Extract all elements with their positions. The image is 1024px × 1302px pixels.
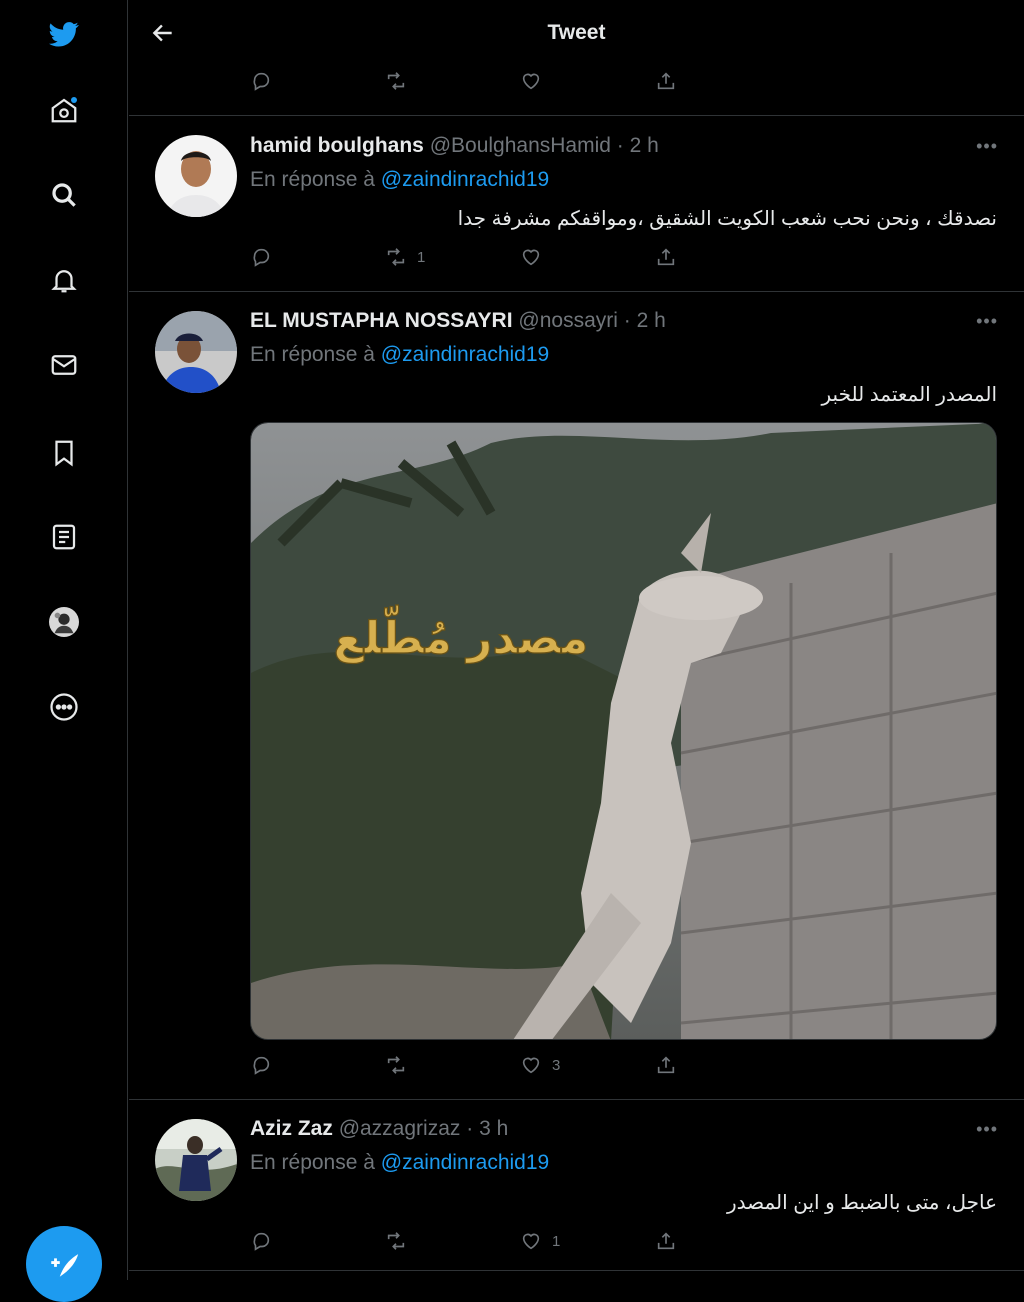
retweet-button[interactable]: 1 <box>385 246 425 268</box>
explore-icon[interactable] <box>40 171 88 219</box>
retweet-icon <box>387 1056 405 1074</box>
like-button[interactable]: 3 <box>520 1054 560 1076</box>
reply-button[interactable] <box>250 1230 272 1252</box>
reply-icon <box>253 248 270 267</box>
retweet-icon <box>387 72 405 90</box>
separator-dot: · <box>466 1117 474 1140</box>
share-button[interactable] <box>655 70 677 92</box>
heart-icon <box>522 249 540 266</box>
reply-prefix: En réponse à <box>250 1151 375 1174</box>
tweet-text: نصدقك ، ونحن نحب شعب الكويت الشقيق ،وموا… <box>457 208 997 230</box>
like-count: 1 <box>552 1232 561 1250</box>
like-button[interactable] <box>520 70 542 92</box>
divider <box>129 1099 1024 1100</box>
retweet-count: 1 <box>417 248 426 266</box>
more-icon[interactable] <box>40 683 88 731</box>
heart-icon <box>522 73 540 90</box>
bookmarks-icon[interactable] <box>40 429 88 477</box>
sidebar <box>0 0 128 1302</box>
author-name[interactable]: EL MUSTAPHA NOSSAYRI <box>250 309 513 332</box>
tweet-text: عاجل، متى بالضبط و اين المصدر <box>726 1192 997 1214</box>
timestamp[interactable]: 2 h <box>637 309 666 332</box>
like-button[interactable]: 1 <box>520 1230 560 1252</box>
retweet-button[interactable] <box>385 70 407 92</box>
share-button[interactable] <box>655 1054 677 1076</box>
media-caption: مصدر مُطّلع <box>334 605 589 664</box>
separator-dot: · <box>623 309 631 332</box>
retweet-icon <box>387 248 405 266</box>
retweet-button[interactable] <box>385 1230 407 1252</box>
profile-avatar[interactable] <box>40 598 88 646</box>
timestamp[interactable]: 3 h <box>479 1117 508 1140</box>
reply-button[interactable] <box>250 1054 272 1076</box>
divider <box>129 1270 1024 1271</box>
tweet-text: المصدر المعتمد للخبر <box>821 384 997 406</box>
reply-context: En réponse à @zaindinrachid19 <box>250 343 549 367</box>
page-header: Tweet <box>129 0 1024 66</box>
reply-prefix: En réponse à <box>250 168 375 191</box>
author-handle[interactable]: @azzagrizaz <box>339 1117 461 1140</box>
mention-link[interactable]: @zaindinrachid19 <box>381 1151 549 1174</box>
more-options-icon[interactable]: ••• <box>976 1119 998 1140</box>
mention-link[interactable]: @zaindinrachid19 <box>381 168 549 191</box>
tweet-media-image[interactable]: مصدر مُطّلع <box>250 422 997 1040</box>
notifications-icon[interactable] <box>40 256 88 304</box>
reply-context: En réponse à @zaindinrachid19 <box>250 168 549 192</box>
heart-icon <box>522 1057 540 1074</box>
divider <box>129 115 1024 116</box>
reply-icon <box>253 1232 270 1251</box>
home-icon[interactable] <box>40 86 88 134</box>
reply-prefix: En réponse à <box>250 343 375 366</box>
avatar[interactable] <box>155 311 237 393</box>
share-button[interactable] <box>655 246 677 268</box>
compose-icon <box>51 1254 79 1277</box>
author-handle[interactable]: @nossayri <box>518 309 618 332</box>
avatar[interactable] <box>155 135 237 217</box>
main-column: hamid boulghans @BoulghansHamid · 2 h ••… <box>129 0 1024 1280</box>
compose-button[interactable] <box>26 1226 102 1302</box>
share-icon <box>657 72 675 90</box>
separator-dot: · <box>616 134 624 157</box>
avatar[interactable] <box>155 1119 237 1201</box>
share-icon <box>657 1232 675 1250</box>
reply-button[interactable] <box>250 70 272 92</box>
arrow-left-icon <box>152 24 172 42</box>
like-count: 3 <box>552 1056 561 1074</box>
author-name[interactable]: Aziz Zaz <box>250 1117 333 1140</box>
page-title: Tweet <box>547 21 606 44</box>
divider <box>129 291 1024 292</box>
mention-link[interactable]: @zaindinrachid19 <box>381 343 549 366</box>
like-button[interactable] <box>520 246 542 268</box>
share-button[interactable] <box>655 1230 677 1252</box>
reply-context: En réponse à @zaindinrachid19 <box>250 1151 549 1175</box>
retweet-button[interactable] <box>385 1054 407 1076</box>
back-button[interactable] <box>147 17 179 49</box>
reply-icon <box>253 72 270 91</box>
reply-icon <box>253 1056 270 1075</box>
more-options-icon[interactable]: ••• <box>976 311 998 332</box>
heart-icon <box>522 1233 540 1250</box>
retweet-icon <box>387 1232 405 1250</box>
author-name[interactable]: hamid boulghans <box>250 134 424 157</box>
author-handle[interactable]: @BoulghansHamid <box>430 134 611 157</box>
lists-icon[interactable] <box>40 513 88 561</box>
reply-button[interactable] <box>250 246 272 268</box>
share-icon <box>657 248 675 266</box>
share-icon <box>657 1056 675 1074</box>
more-options-icon[interactable]: ••• <box>976 136 998 157</box>
twitter-logo-icon[interactable] <box>40 10 88 58</box>
timestamp[interactable]: 2 h <box>630 134 659 157</box>
messages-icon[interactable] <box>40 341 88 389</box>
